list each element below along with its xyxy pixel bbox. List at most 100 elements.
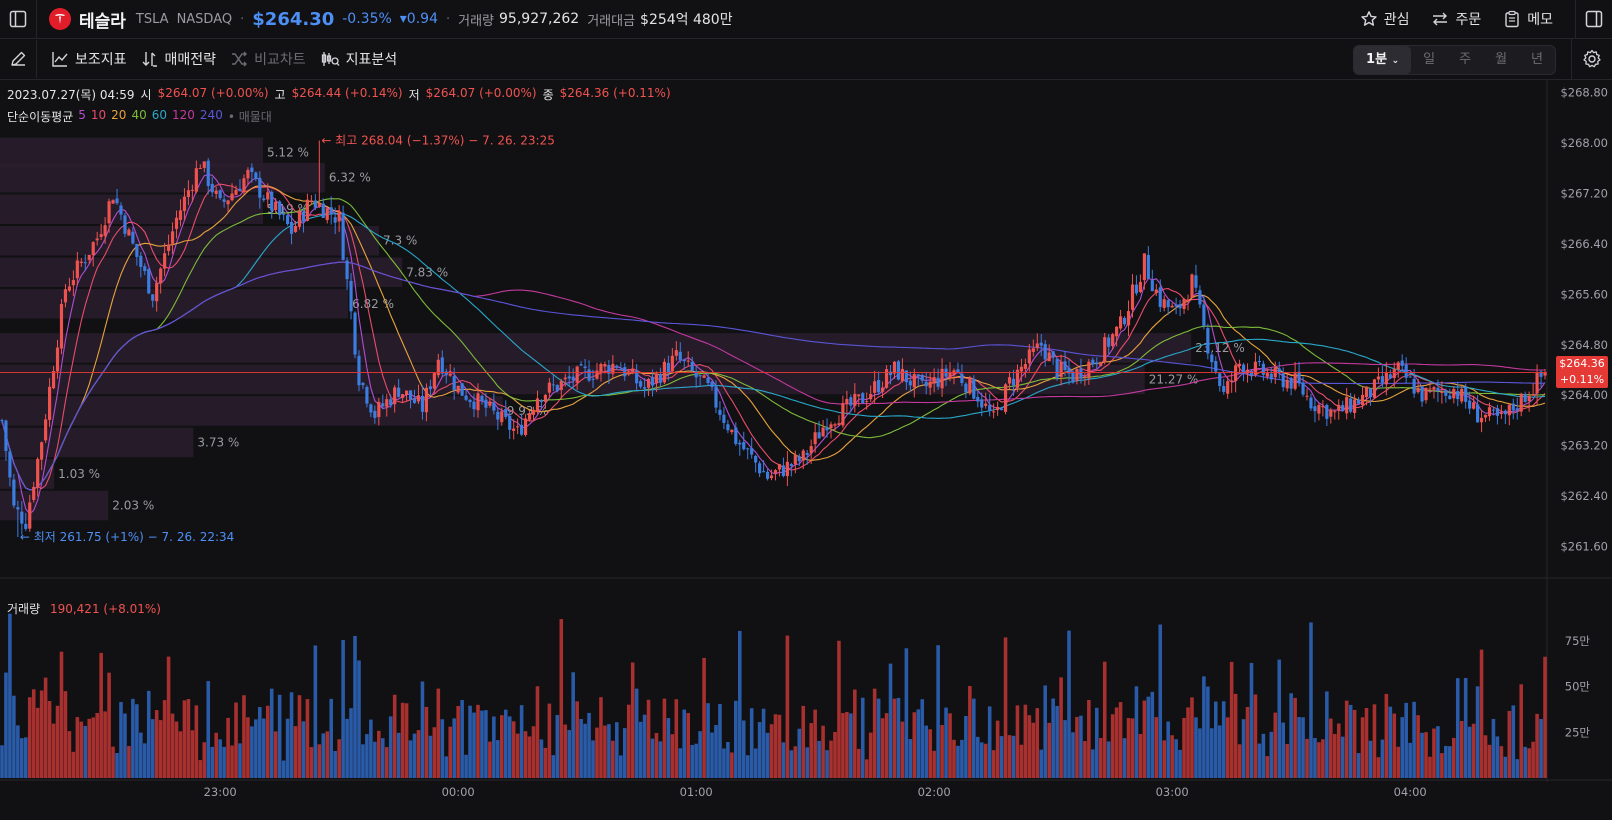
candle-body xyxy=(1087,361,1091,379)
period-week[interactable]: 주 xyxy=(1447,46,1483,74)
candle-body xyxy=(51,371,56,389)
candle-body xyxy=(1150,280,1154,292)
candle-body xyxy=(1364,386,1369,398)
volume-bar xyxy=(920,699,925,778)
candle-body xyxy=(559,381,563,391)
watchlist-button[interactable]: 관심 xyxy=(1360,9,1410,29)
candle-body xyxy=(841,403,845,426)
candle-body xyxy=(1035,343,1039,349)
volume-bar xyxy=(666,718,671,778)
candle-body xyxy=(1178,304,1182,309)
volume-bar xyxy=(178,731,183,778)
candle-body xyxy=(127,229,131,236)
candle-body xyxy=(361,382,365,386)
candle xyxy=(1388,369,1392,380)
volume-bar xyxy=(242,695,246,778)
order-button[interactable]: 주문 xyxy=(1431,9,1481,29)
candle-body xyxy=(1039,342,1043,346)
volume-bar xyxy=(325,731,330,778)
price-tick-label: $265.60 xyxy=(1560,287,1608,301)
volume-bar xyxy=(214,732,218,778)
candle-body xyxy=(408,390,413,400)
volume-bar xyxy=(579,718,583,778)
volume-bar xyxy=(876,698,881,778)
candle xyxy=(1337,399,1341,420)
volume-bar xyxy=(39,690,44,778)
candle-body xyxy=(619,369,623,371)
volume-bar xyxy=(380,738,385,778)
volume-bar xyxy=(1210,728,1214,778)
period-year[interactable]: 년 xyxy=(1519,46,1555,74)
period-month[interactable]: 월 xyxy=(1483,46,1519,74)
candle xyxy=(765,469,770,481)
volume-bar xyxy=(289,692,294,778)
candle-body xyxy=(16,507,20,510)
volume-bar xyxy=(626,704,631,778)
candle-body xyxy=(99,234,103,237)
period-1min[interactable]: 1분 ⌄ xyxy=(1354,46,1412,74)
price-chart[interactable]: 5.12 %6.32 %5.19 %7.3 %7.83 %6.82 %23.12… xyxy=(0,80,1612,820)
volume-bar xyxy=(1166,721,1170,778)
panel-toggle-icon[interactable] xyxy=(1576,0,1612,38)
settings-gear-icon[interactable] xyxy=(1571,39,1612,79)
volume-tick-label: 75만 xyxy=(1565,634,1591,648)
order-label: 주문 xyxy=(1455,12,1482,28)
candle-body xyxy=(976,396,980,402)
volume-bar xyxy=(841,713,845,778)
analysis-button[interactable]: 지표분석 xyxy=(320,49,397,69)
candle xyxy=(896,360,901,381)
pencil-icon[interactable] xyxy=(0,40,36,78)
candle-body xyxy=(1515,408,1519,411)
candle-body xyxy=(496,411,500,420)
volume-bar xyxy=(999,736,1004,778)
candle-body xyxy=(543,394,548,402)
volume-profile-label: 6.32 % xyxy=(329,171,371,185)
strategy-button[interactable]: 매매전략 xyxy=(141,49,216,69)
candle xyxy=(821,420,825,438)
watchlist-label: 관심 xyxy=(1383,12,1410,28)
candle-body xyxy=(845,398,849,404)
volume-bar xyxy=(1158,624,1163,778)
volume-bar xyxy=(1059,677,1063,778)
volume-bar xyxy=(1305,738,1309,778)
volume-bar xyxy=(1067,630,1071,778)
compare-button[interactable]: 비교차트 xyxy=(230,49,306,69)
candle-body xyxy=(111,200,115,204)
volume-bar xyxy=(83,725,88,778)
volume-bar xyxy=(1471,723,1476,778)
candle-body xyxy=(714,386,718,408)
candle-body xyxy=(615,365,619,368)
candle xyxy=(512,419,516,440)
memo-button[interactable]: 메모 xyxy=(1503,9,1553,29)
candle-body xyxy=(305,199,310,221)
volume-bar xyxy=(757,722,762,778)
volume-bar xyxy=(658,741,663,778)
candle xyxy=(1531,383,1535,396)
candle-body xyxy=(1444,390,1448,396)
candle-body xyxy=(178,210,183,220)
ma-legend[interactable]: 단순이동평균 5 10 20 40 60 120 240 • 매물대 xyxy=(7,108,272,125)
volume-bar xyxy=(694,743,698,778)
candle xyxy=(1158,279,1162,313)
volume-bar xyxy=(1170,735,1174,778)
volume-bar xyxy=(273,731,278,778)
volume-bar xyxy=(361,744,365,778)
period-day[interactable]: 일 xyxy=(1411,46,1447,74)
volume-bar xyxy=(1162,740,1167,778)
volume-bar xyxy=(726,742,730,778)
candle-body xyxy=(702,375,706,378)
volume-bar xyxy=(765,732,770,778)
volume-bar xyxy=(162,700,167,778)
candle-body xyxy=(520,424,524,435)
volume-bar xyxy=(805,747,810,778)
candle-body xyxy=(571,376,575,381)
volume-bar xyxy=(0,745,4,778)
indicators-button[interactable]: 보조지표 xyxy=(51,49,127,69)
candle-body xyxy=(1479,417,1484,423)
candle-body xyxy=(218,190,222,199)
candle xyxy=(1234,363,1238,393)
sidebar-toggle-icon[interactable] xyxy=(0,0,36,38)
candle xyxy=(587,360,591,383)
candle-body xyxy=(313,200,317,208)
volume-bar xyxy=(1325,691,1329,778)
